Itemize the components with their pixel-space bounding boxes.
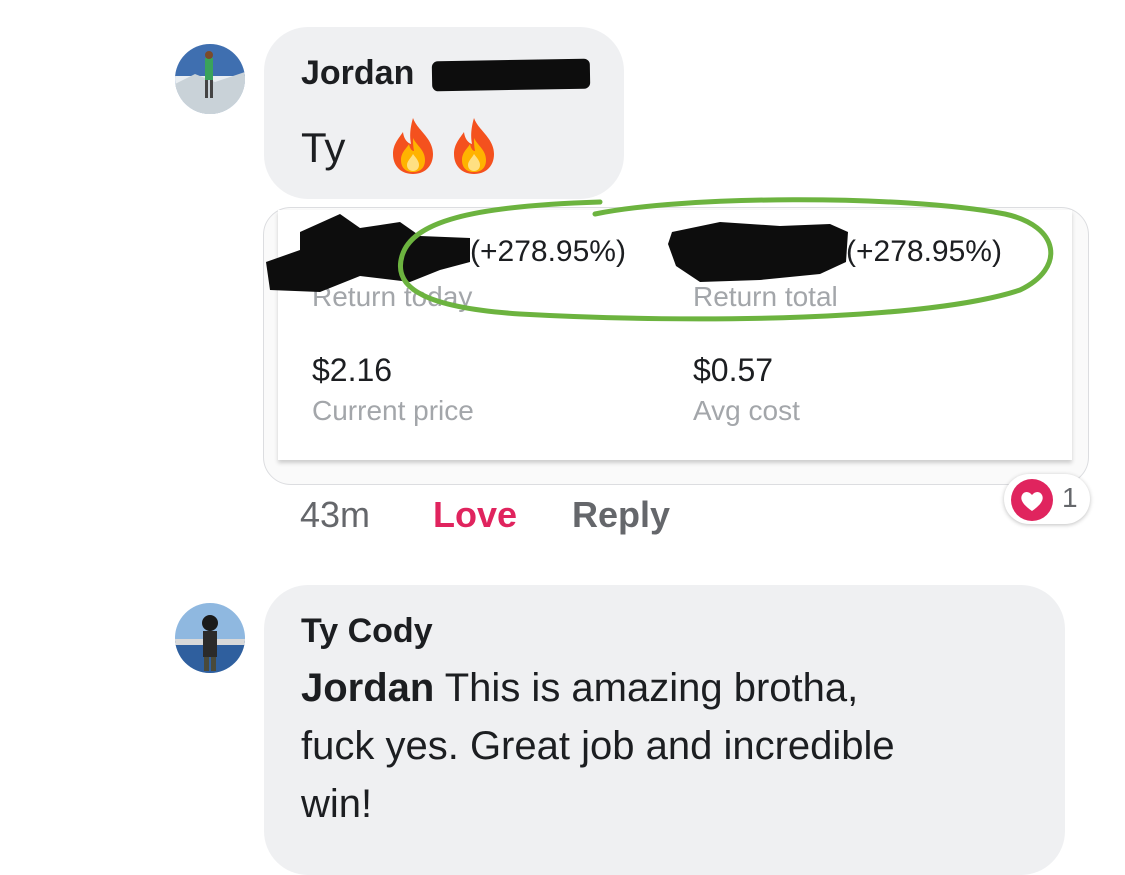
comment-author[interactable]: Jordan	[301, 54, 414, 93]
return-today-label: Return today	[312, 281, 473, 312]
return-total-percent: (+278.95%)	[846, 235, 1002, 268]
comment-text-line1: This is amazing brotha,	[434, 666, 859, 710]
current-price-value: $2.16	[312, 352, 393, 388]
comment-bubble-jordan	[264, 27, 624, 199]
reply-button[interactable]: Reply	[572, 494, 670, 536]
avatar-ty-cody[interactable]	[175, 603, 245, 673]
avg-cost-label: Avg cost	[693, 395, 800, 426]
comment-text: Ty	[301, 124, 346, 171]
comment-text-line2: fuck yes. Great job and incredible	[301, 724, 895, 768]
redacted-surname	[431, 58, 591, 92]
comment-text: Jordan This is amazing brotha,	[301, 666, 858, 711]
love-button[interactable]: Love	[433, 494, 517, 536]
fire-icon	[387, 116, 439, 181]
avg-cost-value: $0.57	[693, 352, 774, 388]
avatar-jordan[interactable]	[175, 44, 245, 114]
return-today-percent: (+278.95%)	[470, 235, 626, 268]
comment-text-line3: win!	[301, 782, 373, 826]
comment-timestamp: 43m	[300, 494, 371, 535]
reaction-count: 1	[1062, 482, 1078, 513]
current-price-label: Current price	[312, 395, 474, 426]
comment-author[interactable]: Ty Cody	[301, 612, 433, 651]
fire-icon	[448, 116, 500, 181]
heart-icon	[1010, 478, 1054, 527]
return-total-label: Return total	[693, 281, 838, 312]
mention-link[interactable]: Jordan	[301, 666, 434, 710]
reaction-summary[interactable]: 1	[1004, 474, 1090, 524]
